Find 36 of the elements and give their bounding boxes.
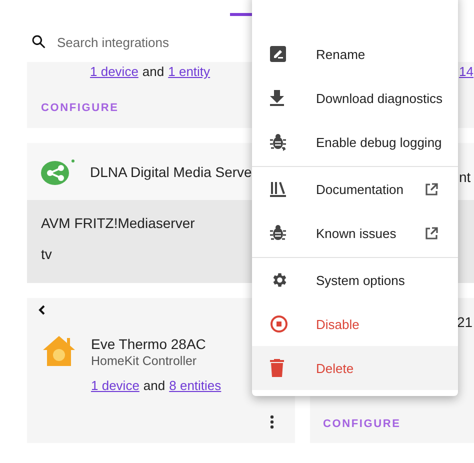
- integration-subtitle: HomeKit Controller: [91, 354, 198, 368]
- bug-icon: [270, 224, 286, 242]
- menu-item[interactable]: System options: [252, 257, 458, 302]
- integration-title: nt: [459, 169, 471, 185]
- house-icon: [42, 334, 76, 368]
- configure-button[interactable]: CONFIGURE: [323, 414, 401, 434]
- trash-icon: [270, 359, 284, 377]
- menu-item[interactable]: Download diagnostics: [252, 76, 458, 120]
- device-link[interactable]: 1 device: [90, 64, 138, 79]
- bug-icon: [270, 133, 286, 151]
- integration-title: 21: [457, 314, 473, 330]
- menu-item[interactable]: Enable debug logging: [252, 120, 458, 164]
- menu-item[interactable]: Disable: [252, 302, 458, 346]
- external-link-icon: [425, 226, 438, 240]
- search-icon: [30, 33, 48, 51]
- joiner-text: and: [142, 64, 164, 79]
- menu-item[interactable]: Delete: [252, 346, 458, 390]
- entry-name: AVM FRITZ!Mediaserver: [41, 215, 196, 231]
- stop-circle-icon: [270, 315, 288, 333]
- external-link-icon: [425, 182, 438, 196]
- entry-name: tv: [41, 246, 53, 262]
- integration-title: DLNA Digital Media Serve: [90, 164, 252, 180]
- download-icon: [270, 90, 284, 106]
- joiner-text: and: [143, 378, 166, 393]
- more-options-icon[interactable]: [270, 415, 274, 429]
- entity-link[interactable]: 1 entity: [168, 64, 210, 79]
- menu-item[interactable]: Known issues: [252, 211, 458, 255]
- configure-button[interactable]: CONFIGURE: [41, 98, 119, 118]
- back-icon[interactable]: [38, 305, 46, 315]
- rename-icon: [270, 46, 286, 62]
- menu-item[interactable]: Documentation: [252, 166, 458, 211]
- entity-link[interactable]: 8 entities: [169, 378, 222, 393]
- device-link[interactable]: 1 device: [91, 378, 140, 393]
- entity-link[interactable]: 14: [459, 64, 474, 79]
- books-icon: [270, 181, 286, 197]
- integration-title: Eve Thermo 28AC: [91, 336, 207, 352]
